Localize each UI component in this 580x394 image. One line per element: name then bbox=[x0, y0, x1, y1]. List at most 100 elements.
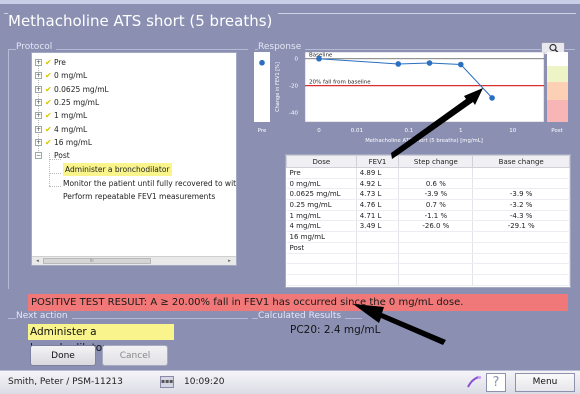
y-tick-label: -40 bbox=[289, 111, 298, 117]
expand-icon[interactable]: + bbox=[35, 138, 42, 146]
base-change-cell bbox=[472, 253, 570, 265]
step-change-cell: -26.0 % bbox=[398, 220, 474, 233]
scroll-right-arrow-icon[interactable]: ▸ bbox=[225, 257, 234, 265]
fev1-cell: 4.89 L bbox=[356, 167, 400, 179]
step-change-cell bbox=[398, 263, 474, 275]
protocol-item-label: 4 mg/mL bbox=[54, 124, 88, 134]
base-change-cell bbox=[472, 263, 570, 275]
expand-icon[interactable]: + bbox=[35, 85, 42, 93]
protocol-substep-label: Monitor the patient until fully recovere… bbox=[63, 178, 237, 188]
check-icon: ✔ bbox=[45, 71, 52, 81]
step-change-cell bbox=[398, 231, 474, 243]
x-axis-label: Methacholine ATS short (5 breaths) [mg/m… bbox=[365, 138, 483, 144]
patient-id: Smith, Peter / PSM-11213 bbox=[8, 377, 123, 387]
table-row: 1 mg/mL 4.71 L -1.1 % -4.3 % bbox=[286, 210, 570, 222]
protocol-item[interactable]: + ✔ 4 mg/mL bbox=[32, 123, 236, 136]
fev1-cell bbox=[356, 263, 400, 275]
protocol-item[interactable]: + ✔ 1 mg/mL bbox=[32, 109, 236, 122]
table-row bbox=[286, 253, 570, 265]
dose-cell: 4 mg/mL bbox=[286, 220, 357, 233]
dose-cell bbox=[286, 253, 357, 265]
scroll-left-arrow-icon[interactable]: ◂ bbox=[33, 257, 42, 265]
protocol-item[interactable]: + ✔ 0.25 mg/mL bbox=[32, 96, 236, 109]
step-change-cell: 0.6 % bbox=[398, 178, 474, 190]
step-change-cell bbox=[398, 274, 474, 286]
dose-cell: Post bbox=[286, 242, 357, 254]
column-header-dose[interactable]: Dose bbox=[286, 155, 357, 168]
protocol-item-label: Post bbox=[54, 151, 70, 161]
tree-horizontal-scrollbar[interactable]: ◂ III ▸ bbox=[32, 256, 236, 265]
column-header-fev1[interactable]: FEV1 bbox=[355, 155, 400, 168]
protocol-item[interactable]: + ✔ 0 mg/mL bbox=[32, 69, 236, 82]
fev1-cell: 4.71 L bbox=[356, 210, 400, 222]
cancel-button[interactable]: Cancel bbox=[102, 345, 168, 366]
menu-button[interactable]: Menu bbox=[515, 373, 575, 392]
x-tick-label: 0.01 bbox=[351, 128, 363, 134]
expand-icon[interactable]: + bbox=[35, 125, 42, 133]
dose-cell: Pre bbox=[286, 167, 357, 179]
plot-area bbox=[304, 51, 545, 123]
expand-icon[interactable]: + bbox=[35, 72, 42, 80]
done-button[interactable]: Done bbox=[30, 345, 96, 366]
check-icon: ✔ bbox=[45, 111, 52, 121]
table-header: Dose FEV1 Step change Base change bbox=[286, 155, 570, 168]
expand-icon[interactable]: + bbox=[35, 59, 42, 66]
expand-icon[interactable]: + bbox=[35, 112, 42, 120]
dose-cell: 0.0625 mg/mL bbox=[286, 188, 357, 201]
collapse-icon[interactable]: − bbox=[35, 152, 42, 160]
wand-icon[interactable] bbox=[466, 375, 482, 392]
calculated-results-group-label: Calculated Results bbox=[258, 311, 346, 321]
x-tick-label: 0.1 bbox=[404, 128, 413, 134]
x-tick-label: 0 bbox=[317, 128, 321, 134]
data-point bbox=[395, 61, 402, 67]
help-button[interactable]: ? bbox=[486, 373, 506, 392]
base-change-cell: -4.3 % bbox=[472, 210, 570, 222]
protocol-item[interactable]: − Post bbox=[32, 149, 236, 162]
fev1-cell bbox=[356, 231, 400, 243]
protocol-item[interactable]: + ✔ Pre bbox=[32, 56, 236, 69]
keyboard-icon[interactable]: ▪▪▪ bbox=[160, 376, 174, 388]
next-action-value: Administer a bronchodilator bbox=[28, 324, 174, 354]
selected-step-label: Administer a bronchodilator bbox=[63, 163, 172, 177]
expand-icon[interactable]: + bbox=[35, 98, 42, 106]
check-icon: ✔ bbox=[45, 97, 52, 107]
fev1-cell: 3.49 L bbox=[356, 220, 400, 233]
protocol-item[interactable]: + ✔ 0.0625 mg/mL bbox=[32, 83, 236, 96]
fev1-cell bbox=[356, 242, 400, 254]
protocol-group-label: Protocol bbox=[16, 42, 57, 52]
column-header-base-change[interactable]: Base change bbox=[472, 155, 570, 168]
protocol-tree[interactable]: + ✔ Pre + ✔ 0 mg/mL + ✔ 0.0625 mg/mL + ✔ 0.25 mg/mL… bbox=[31, 52, 237, 266]
y-tick-label: -20 bbox=[289, 84, 298, 90]
protocol-item-label: 0 mg/mL bbox=[54, 71, 88, 81]
base-change-cell bbox=[472, 242, 570, 254]
protocol-item-label: 0.0625 mg/mL bbox=[54, 84, 109, 94]
response-chart-svg: Baseline20% fall from baseline0-20-40Cha… bbox=[254, 51, 568, 144]
step-change-cell: -1.1 % bbox=[398, 210, 474, 222]
protocol-item-label: 1 mg/mL bbox=[54, 111, 88, 121]
pre-data-point bbox=[259, 59, 265, 66]
data-point bbox=[316, 55, 322, 62]
table-row: 0.25 mg/mL 4.76 L 0.7 % -3.2 % bbox=[286, 199, 570, 211]
status-bar: Smith, Peter / PSM-11213 ▪▪▪ 10:09:20 ? … bbox=[0, 370, 580, 394]
test-result-banner: POSITIVE TEST RESULT: A ≥ 20.00% fall in… bbox=[28, 294, 568, 311]
response-chart: Baseline 20% fall from baseline 0 -20 -40 Cha… bbox=[254, 51, 570, 148]
fev1-cell: 4.92 L bbox=[356, 178, 400, 190]
column-header-step-change[interactable]: Step change bbox=[398, 155, 474, 168]
x-tick-label: 10 bbox=[509, 128, 516, 134]
table-row: 16 mg/mL bbox=[286, 231, 570, 243]
data-point bbox=[489, 95, 495, 101]
window-title: Methacholine ATS short (5 breaths) bbox=[8, 12, 279, 30]
fev1-cell: 4.76 L bbox=[356, 199, 400, 211]
check-icon: ✔ bbox=[45, 58, 52, 67]
check-icon: ✔ bbox=[45, 84, 52, 94]
scrollbar-thumb[interactable]: III bbox=[43, 258, 151, 264]
dose-cell: 0.25 mg/mL bbox=[286, 199, 357, 211]
base-change-cell bbox=[472, 274, 570, 286]
protocol-item[interactable]: + ✔ 16 mg/mL bbox=[32, 136, 236, 149]
step-change-cell bbox=[398, 242, 474, 254]
data-point bbox=[457, 61, 464, 68]
fev1-cell bbox=[356, 253, 400, 265]
fev1-cell: 4.73 L bbox=[356, 188, 400, 201]
step-change-cell bbox=[398, 167, 474, 179]
base-change-cell bbox=[472, 231, 570, 243]
